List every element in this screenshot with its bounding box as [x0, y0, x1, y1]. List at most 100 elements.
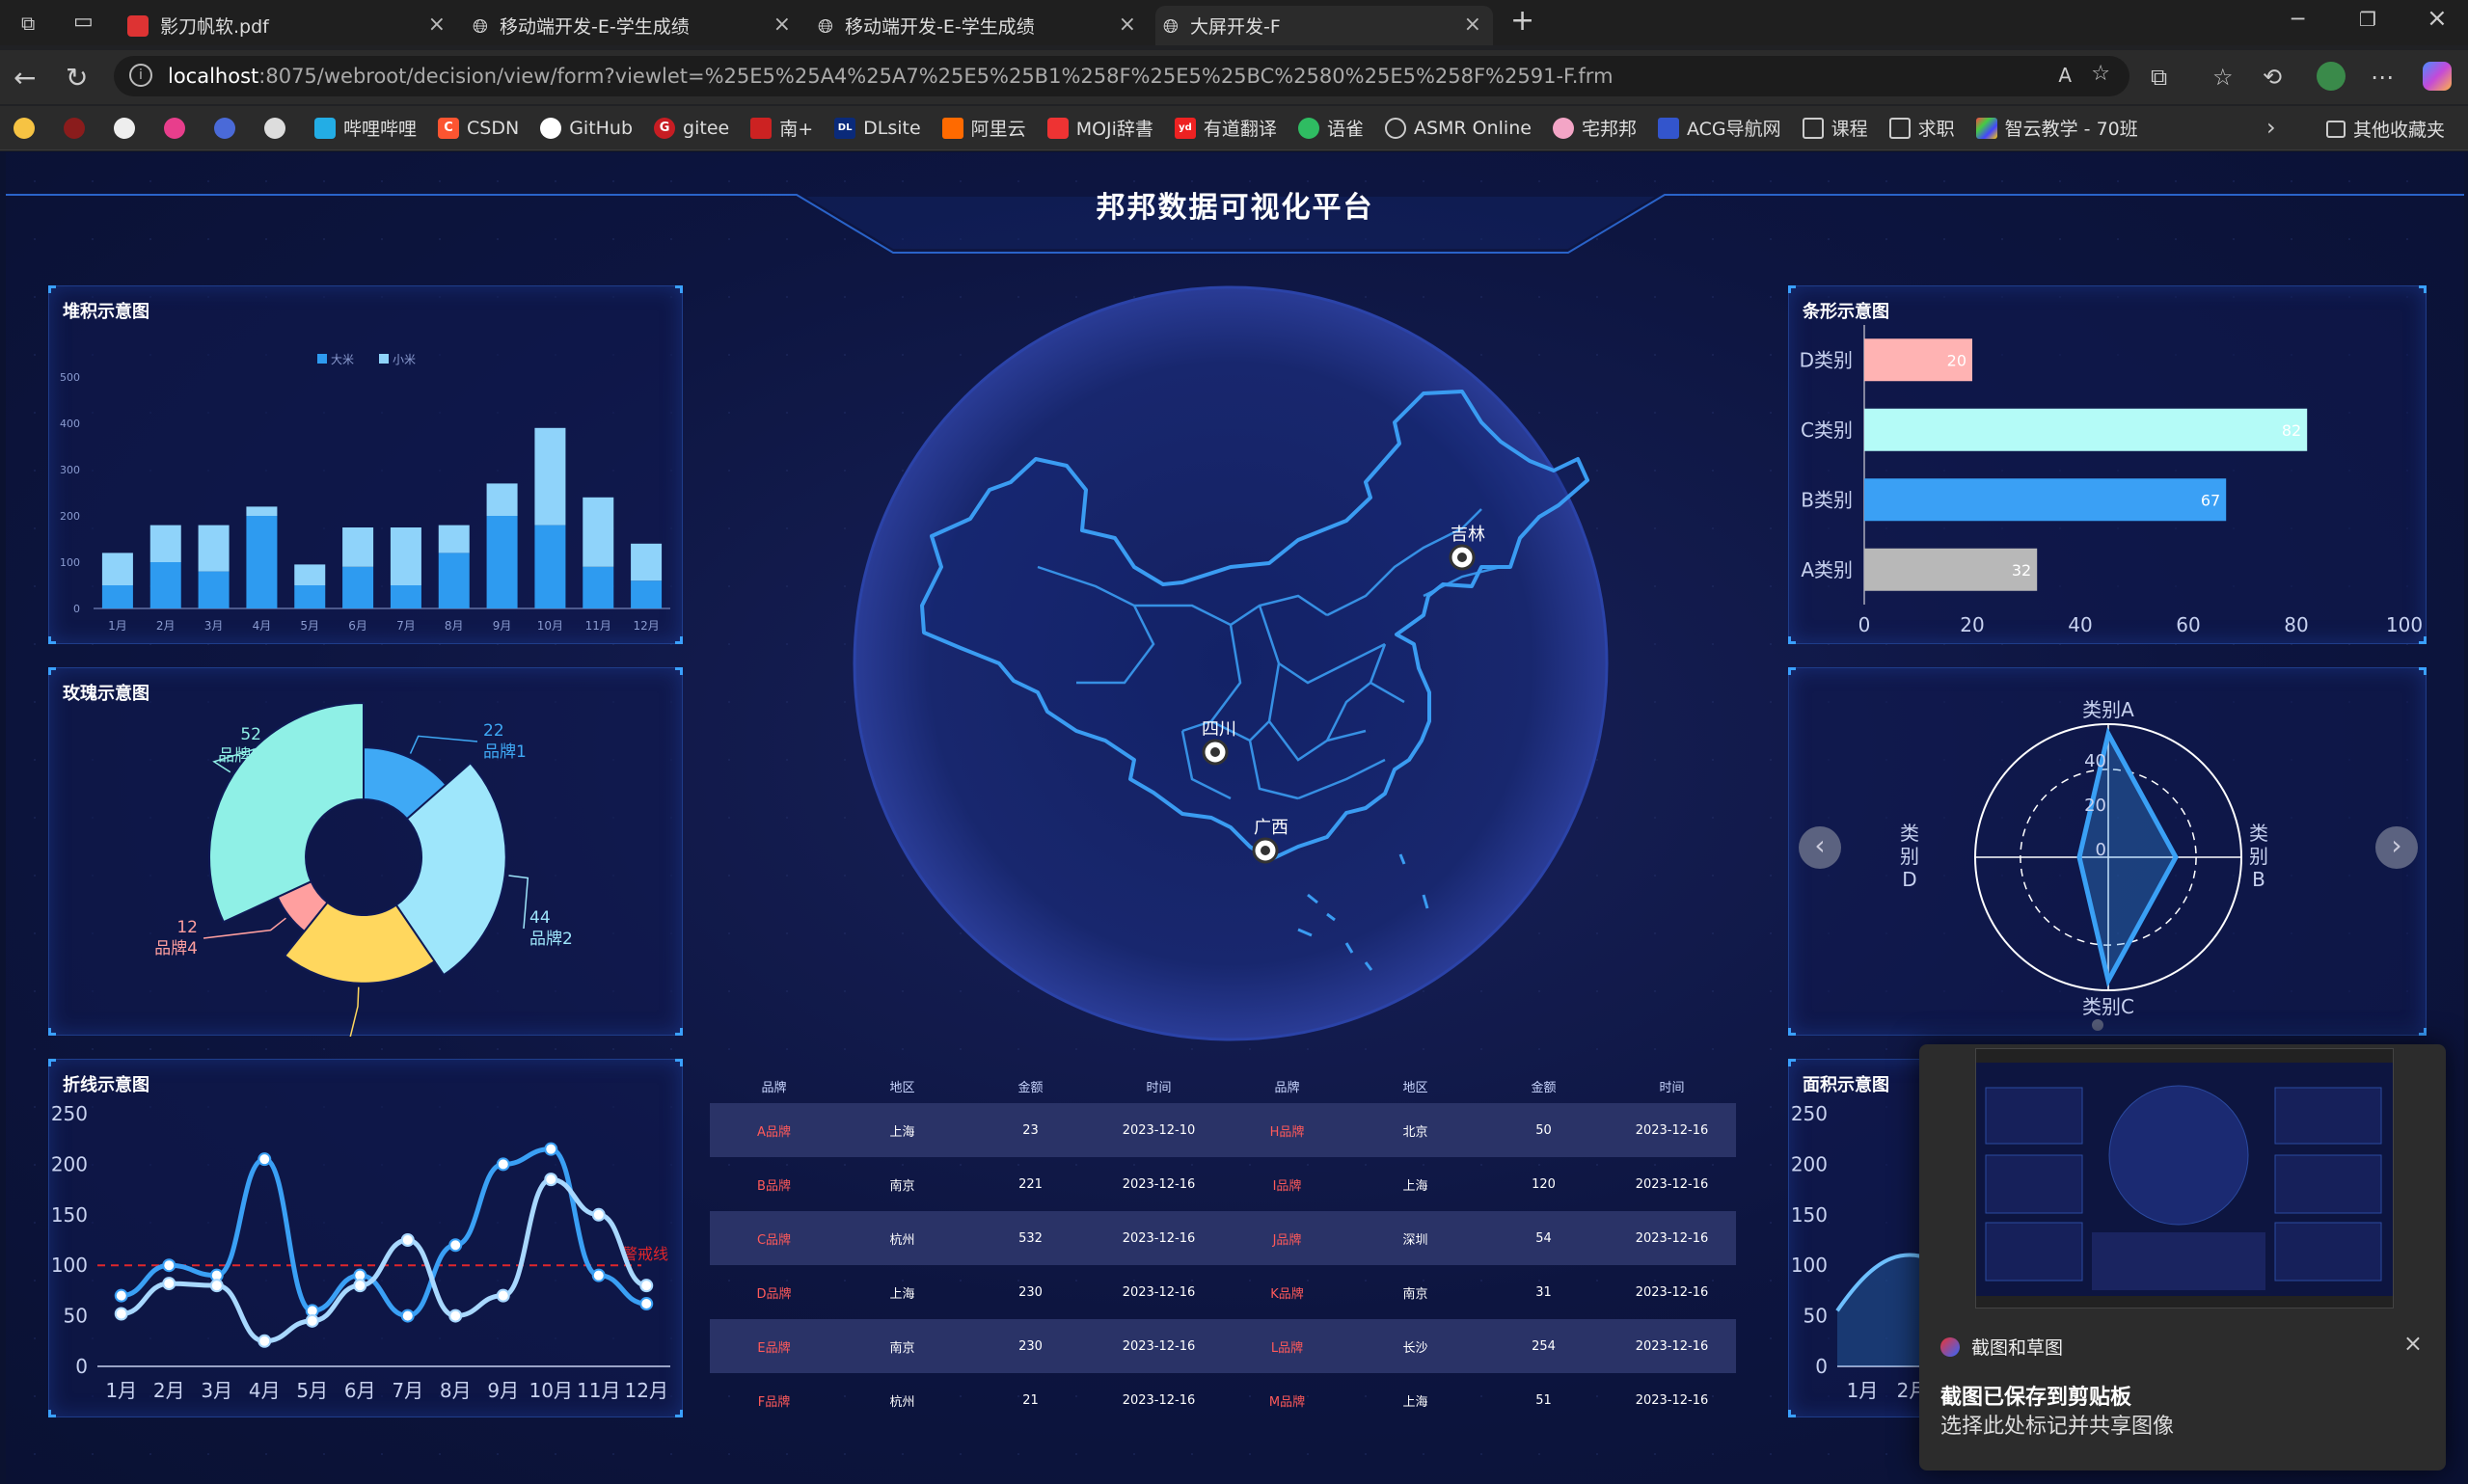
- tab-pdf[interactable]: 影刀帆软.pdf ×: [120, 6, 457, 45]
- bookmark-folder-jobs[interactable]: 求职: [1888, 115, 1955, 141]
- rose-slice: [208, 701, 365, 924]
- url-field[interactable]: i localhost:8075/webroot/decision/view/f…: [114, 56, 2129, 96]
- carousel-indicator[interactable]: [2092, 1019, 2103, 1031]
- table-row[interactable]: C品牌 杭州 532 2023-12-16 J品牌 深圳 54 2023-12-16: [710, 1211, 1736, 1265]
- bookmark-csdn[interactable]: C CSDN: [438, 117, 519, 139]
- table-header-cell: 时间: [1146, 1080, 1172, 1095]
- x-tick-label: 8月: [440, 1379, 472, 1402]
- china-map: 吉林 四川 广西: [853, 285, 1609, 1041]
- globe-icon: 🌐︎: [473, 13, 488, 38]
- bookmark-bilibili[interactable]: 哔哩哔哩: [314, 115, 417, 141]
- read-aloud-icon[interactable]: A: [2058, 64, 2072, 87]
- carousel-next-button[interactable]: ›: [2375, 826, 2418, 869]
- screenshot-toast[interactable]: 截图和草图 × 截图已保存到剪贴板 选择此处标记并共享图像: [1919, 1044, 2446, 1471]
- table-cell: F品牌: [757, 1394, 791, 1410]
- x-tick-label: 3月: [201, 1379, 232, 1402]
- carousel-prev-button[interactable]: ‹: [1799, 826, 1841, 869]
- folder-icon: [1888, 117, 1911, 139]
- extensions-icon[interactable]: ⧉: [2151, 64, 2167, 91]
- radar-label-c: 类别C: [2082, 995, 2134, 1018]
- history-icon[interactable]: ⟲: [2263, 64, 2282, 91]
- bookmark-dlsite[interactable]: DL DLsite: [834, 117, 921, 139]
- line-point: [591, 1207, 606, 1222]
- table-row[interactable]: B品牌 南京 221 2023-12-16 I品牌 上海 120 2023-12-16: [710, 1157, 1736, 1211]
- url-host: localhost: [168, 65, 259, 88]
- bar: [1864, 478, 2227, 522]
- back-icon[interactable]: ←: [14, 62, 36, 94]
- y-tick-label: 100: [1791, 1254, 1828, 1277]
- bookmark-red[interactable]: [64, 117, 93, 139]
- y-tick-label: 400: [60, 418, 80, 430]
- minimize-icon[interactable]: ─: [2292, 8, 2304, 32]
- pdf-icon: [127, 14, 149, 37]
- table-row[interactable]: E品牌 南京 230 2023-12-16 L品牌 长沙 254 2023-12-16: [710, 1319, 1736, 1373]
- rose-leader-line: [334, 986, 360, 1101]
- close-icon[interactable]: ×: [2403, 1330, 2423, 1357]
- rose-value-label: 44: [529, 908, 551, 928]
- profile-avatar[interactable]: [2317, 62, 2346, 91]
- table-cell: 2023-12-16: [1635, 1176, 1709, 1192]
- info-icon[interactable]: i: [129, 64, 152, 87]
- bookmark-label: 宅邦邦: [1581, 119, 1637, 140]
- y-category-label: C类别: [1801, 418, 1853, 442]
- bookmark-github[interactable]: GitHub: [540, 117, 633, 139]
- bookmark-gitee[interactable]: Ggitee: [654, 117, 729, 139]
- new-tab-icon[interactable]: +: [1510, 4, 1534, 38]
- close-icon[interactable]: ×: [428, 13, 446, 37]
- close-icon[interactable]: ×: [1464, 13, 1481, 37]
- stacked-bar-segment: [390, 585, 421, 608]
- table-row[interactable]: A品牌 上海 23 2023-12-10 H品牌 北京 50 2023-12-16: [710, 1103, 1736, 1157]
- restore-icon[interactable]: ❐: [2359, 8, 2376, 31]
- close-icon[interactable]: ×: [773, 13, 791, 37]
- bookmark-label: DLsite: [863, 117, 921, 139]
- bookmark-label: 求职: [1917, 119, 1955, 140]
- tab-dashboard[interactable]: 🌐︎ 大屏开发-F ×: [1155, 6, 1493, 45]
- rose-chart-panel: 玫瑰示意图 22品牌144品牌233品牌312品牌452品牌5: [48, 667, 683, 1120]
- bookmark-youdao[interactable]: yd 有道翻译: [1174, 115, 1277, 141]
- bookmark-zhaibangbang[interactable]: 宅邦邦: [1552, 115, 1637, 141]
- bookmark-avatar[interactable]: [264, 117, 293, 139]
- table-row[interactable]: D品牌 上海 230 2023-12-16 K品牌 南京 31 2023-12-16: [710, 1265, 1736, 1319]
- x-tick-label: 2月: [156, 619, 176, 633]
- chevron-right-icon[interactable]: ›: [2266, 114, 2276, 141]
- workspaces-icon[interactable]: ⧉: [21, 12, 35, 35]
- copilot-icon[interactable]: [2423, 62, 2452, 91]
- reload-icon[interactable]: ↻: [66, 62, 88, 94]
- bookmark-acg[interactable]: ACG导航网: [1657, 115, 1781, 141]
- bookmarks-bar: 哔哩哔哩 C CSDN GitHub Ggitee 南+ DL DLsite 阿里云…: [0, 106, 2468, 150]
- bookmark-bird[interactable]: [214, 117, 243, 139]
- stacked-bar-segment: [246, 516, 278, 608]
- table-header-cell: 品牌: [761, 1080, 787, 1095]
- bookmark-southplus[interactable]: 南+: [750, 115, 813, 141]
- favorite-star-icon[interactable]: ☆: [2091, 62, 2110, 86]
- x-tick-label: 11月: [585, 619, 611, 633]
- tab-actions-icon[interactable]: ▭: [73, 10, 94, 34]
- close-icon[interactable]: ×: [1119, 13, 1136, 37]
- table-row[interactable]: F品牌 杭州 21 2023-12-16 M品牌 上海 51 2023-12-16: [710, 1373, 1736, 1427]
- bookmark-moji[interactable]: MOJi辞書: [1046, 115, 1153, 141]
- rose-leader-line: [508, 875, 529, 930]
- bookmark-aliyun[interactable]: 阿里云: [941, 115, 1026, 141]
- bookmark-openai[interactable]: [114, 117, 143, 139]
- bookmark-yuque[interactable]: 语雀: [1297, 115, 1364, 141]
- tab-student-1[interactable]: 🌐︎ 移动端开发-E-学生成绩 ×: [465, 6, 802, 45]
- other-bookmarks[interactable]: 其他收藏夹: [2326, 116, 2445, 142]
- line-point: [400, 1309, 415, 1323]
- bookmark-zhiyun[interactable]: 智云教学 - 70班: [1975, 115, 2138, 141]
- chevron-right-icon: ›: [2391, 829, 2402, 861]
- more-icon[interactable]: ⋯: [2371, 64, 2394, 91]
- bookmark-label: 南+: [779, 119, 814, 140]
- window-close-icon[interactable]: ×: [2427, 4, 2448, 33]
- bookmark-asmr[interactable]: ASMR Online: [1384, 117, 1532, 139]
- screenshot-thumbnail[interactable]: [1975, 1048, 2394, 1309]
- y-tick-label: 50: [64, 1305, 88, 1328]
- favorites-icon[interactable]: ☆: [2212, 64, 2234, 91]
- bookmark-label: MOJi辞書: [1075, 119, 1153, 140]
- tab-student-2[interactable]: 🌐︎ 移动端开发-E-学生成绩 ×: [810, 6, 1148, 45]
- table-cell: I品牌: [1272, 1178, 1302, 1194]
- browser-chrome: ⧉ ▭ 影刀帆软.pdf × 🌐︎ 移动端开发-E-学生成绩 × 🌐︎ 移动端开…: [0, 0, 2468, 151]
- bookmark-emoji[interactable]: [14, 117, 42, 139]
- url-path: :8075/webroot/decision/view/form?viewlet…: [258, 65, 1614, 88]
- bookmark-folder-courses[interactable]: 课程: [1802, 115, 1868, 141]
- bookmark-color[interactable]: [164, 117, 193, 139]
